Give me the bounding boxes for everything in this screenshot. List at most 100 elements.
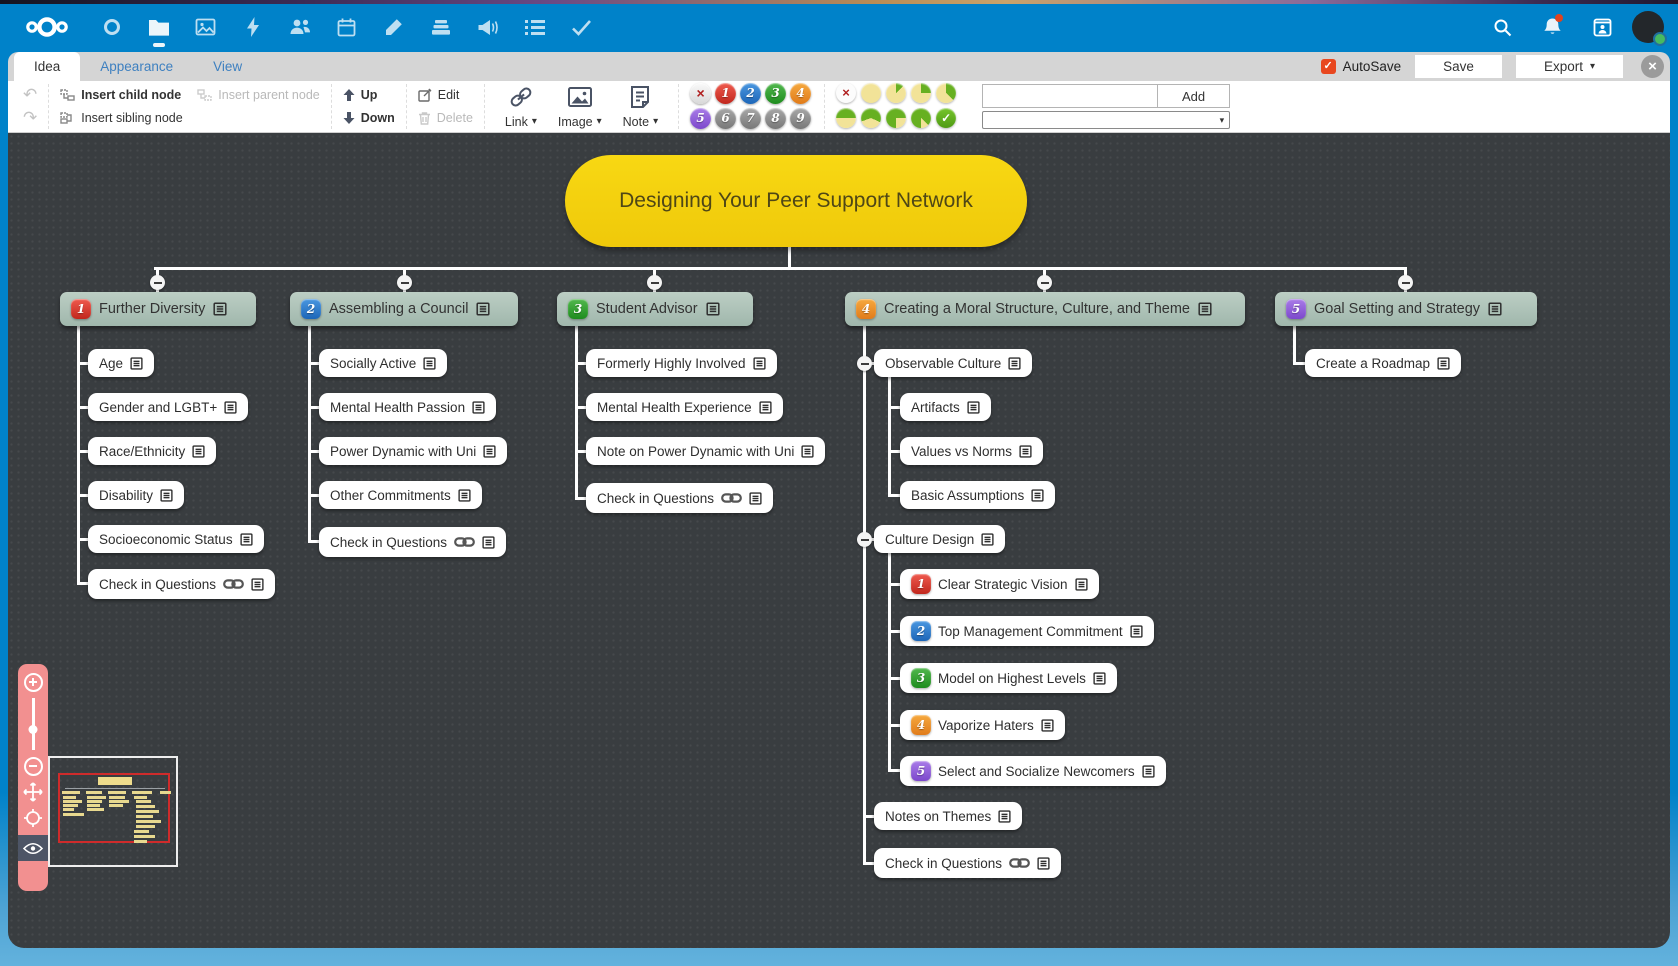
tab-view[interactable]: View bbox=[193, 52, 262, 81]
priority-9-button[interactable]: 9 bbox=[790, 108, 811, 129]
contacts-menu-icon[interactable] bbox=[1582, 4, 1622, 50]
mindmap-branch-node[interactable]: 2 Assembling a Council bbox=[290, 292, 518, 326]
collapse-handle[interactable] bbox=[397, 275, 412, 290]
insert-parent-button[interactable]: Insert parent node bbox=[218, 88, 319, 102]
priority-4-button[interactable]: 4 bbox=[790, 83, 811, 104]
tab-idea[interactable]: Idea bbox=[14, 52, 80, 81]
mindmap-node[interactable]: Formerly Highly Involved bbox=[586, 349, 777, 377]
undo-icon[interactable]: ↶ bbox=[23, 86, 37, 104]
zoom-in-button[interactable] bbox=[18, 669, 48, 695]
zoom-out-button[interactable] bbox=[18, 753, 48, 779]
mindmap-root-node[interactable]: Designing Your Peer Support Network bbox=[565, 155, 1027, 247]
priority-5-button[interactable]: 5 bbox=[690, 108, 711, 129]
tab-appearance[interactable]: Appearance bbox=[80, 52, 193, 81]
redo-icon[interactable]: ↷ bbox=[23, 109, 37, 127]
mindmap-node[interactable]: Gender and LGBT+ bbox=[88, 393, 248, 421]
mindmap-node[interactable]: Socioeconomic Status bbox=[88, 525, 264, 553]
progress-75-button[interactable] bbox=[886, 108, 906, 128]
mindmap-node[interactable]: 1 Clear Strategic Vision bbox=[900, 569, 1099, 599]
insert-sibling-button[interactable]: Insert sibling node bbox=[81, 111, 182, 125]
progress-37-button[interactable] bbox=[936, 83, 956, 103]
mindmap-node[interactable]: 3 Model on Highest Levels bbox=[900, 663, 1117, 693]
progress-62-button[interactable] bbox=[861, 108, 881, 128]
mindmap-node[interactable]: Other Commitments bbox=[319, 481, 482, 509]
autosave-checkbox[interactable]: ✓ AutoSave bbox=[1321, 59, 1402, 74]
progress-done-button[interactable]: ✓ bbox=[936, 108, 956, 128]
progress-87-button[interactable] bbox=[911, 108, 931, 128]
progress-50-button[interactable] bbox=[836, 108, 856, 128]
activity-app-icon[interactable] bbox=[229, 4, 276, 50]
mindmap-node[interactable]: Check in Questions bbox=[88, 569, 275, 599]
image-button[interactable]: Image▾ bbox=[549, 85, 611, 129]
minimap-viewport[interactable] bbox=[58, 773, 170, 843]
mindmap-node[interactable]: Note on Power Dynamic with Uni bbox=[586, 437, 825, 465]
export-button[interactable]: Export▾ bbox=[1516, 55, 1623, 78]
minimap[interactable] bbox=[48, 756, 178, 867]
link-button[interactable]: Link▾ bbox=[496, 85, 546, 129]
mindmap-node[interactable]: Basic Assumptions bbox=[900, 481, 1055, 509]
collapse-handle[interactable] bbox=[647, 275, 662, 290]
progress-25-button[interactable] bbox=[911, 83, 931, 103]
mindmap-branch-node[interactable]: 4 Creating a Moral Structure, Culture, a… bbox=[845, 292, 1245, 326]
mindmap-node[interactable]: 2 Top Management Commitment bbox=[900, 616, 1154, 646]
priority-3-button[interactable]: 3 bbox=[765, 83, 786, 104]
photos-app-icon[interactable] bbox=[182, 4, 229, 50]
calendar-app-icon[interactable] bbox=[323, 4, 370, 50]
mindmap-canvas[interactable]: Designing Your Peer Support Network 1 Fu… bbox=[8, 133, 1670, 948]
close-button[interactable]: × bbox=[1641, 55, 1664, 78]
mindmap-node[interactable]: Values vs Norms bbox=[900, 437, 1043, 465]
collapse-handle[interactable] bbox=[150, 275, 165, 290]
collapse-handle[interactable] bbox=[1037, 275, 1052, 290]
search-icon[interactable] bbox=[1482, 4, 1522, 50]
mindmap-node[interactable]: Mental Health Passion bbox=[319, 393, 496, 421]
add-button[interactable]: Add bbox=[1158, 84, 1230, 108]
tasks-check-app-icon[interactable] bbox=[558, 4, 605, 50]
files-app-icon[interactable] bbox=[135, 4, 182, 50]
mindmap-node[interactable]: Observable Culture bbox=[874, 349, 1032, 377]
toggle-minimap-eye-button[interactable] bbox=[18, 835, 48, 861]
priority-1-button[interactable]: 1 bbox=[715, 83, 736, 104]
priority-6-button[interactable]: 6 bbox=[715, 108, 736, 129]
notifications-bell-icon[interactable] bbox=[1532, 4, 1572, 50]
mindmap-node[interactable]: Notes on Themes bbox=[874, 802, 1022, 830]
contacts-app-icon[interactable] bbox=[276, 4, 323, 50]
nextcloud-logo-icon[interactable] bbox=[24, 15, 70, 39]
mindmap-node[interactable]: Check in Questions bbox=[874, 848, 1061, 878]
announcements-app-icon[interactable] bbox=[464, 4, 511, 50]
mindmap-node[interactable]: Socially Active bbox=[319, 349, 447, 377]
mindmap-branch-node[interactable]: 3 Student Advisor bbox=[557, 292, 753, 326]
insert-child-button[interactable]: Insert child node bbox=[81, 88, 181, 102]
zoom-slider[interactable] bbox=[32, 698, 35, 750]
mindmap-node[interactable]: Check in Questions bbox=[586, 483, 773, 513]
center-view-button[interactable] bbox=[18, 805, 48, 831]
edit-button[interactable]: Edit bbox=[438, 88, 460, 102]
up-button[interactable]: Up bbox=[361, 88, 378, 102]
delete-button[interactable]: Delete bbox=[437, 111, 473, 125]
add-node-input[interactable] bbox=[982, 84, 1158, 108]
deck-app-icon[interactable] bbox=[417, 4, 464, 50]
mindmap-node[interactable]: Check in Questions bbox=[319, 527, 506, 557]
priority-2-button[interactable]: 2 bbox=[740, 83, 761, 104]
mindmap-node[interactable]: Culture Design bbox=[874, 525, 1005, 553]
mindmap-node[interactable]: Age bbox=[88, 349, 154, 377]
save-button[interactable]: Save bbox=[1415, 55, 1502, 78]
notes-app-icon[interactable] bbox=[370, 4, 417, 50]
mindmap-node[interactable]: Create a Roadmap bbox=[1305, 349, 1461, 377]
collapse-handle[interactable] bbox=[857, 356, 872, 371]
mindmap-node[interactable]: Mental Health Experience bbox=[586, 393, 783, 421]
mindmap-branch-node[interactable]: 1 Further Diversity bbox=[60, 292, 256, 326]
node-style-dropdown[interactable]: ▾ bbox=[982, 111, 1230, 129]
mindmap-node[interactable]: Power Dynamic with Uni bbox=[319, 437, 507, 465]
collapse-handle[interactable] bbox=[857, 532, 872, 547]
zoom-slider-thumb[interactable] bbox=[29, 725, 38, 734]
mindmap-branch-node[interactable]: 5 Goal Setting and Strategy bbox=[1275, 292, 1537, 326]
progress-12-button[interactable] bbox=[886, 83, 906, 103]
priority-8-button[interactable]: 8 bbox=[765, 108, 786, 129]
mindmap-node[interactable]: Disability bbox=[88, 481, 184, 509]
collapse-handle[interactable] bbox=[1398, 275, 1413, 290]
down-button[interactable]: Down bbox=[361, 111, 395, 125]
progress-clear-button[interactable]: × bbox=[836, 83, 856, 103]
note-button[interactable]: Note▾ bbox=[614, 85, 667, 129]
tasks-list-app-icon[interactable] bbox=[511, 4, 558, 50]
avatar[interactable] bbox=[1632, 11, 1664, 43]
